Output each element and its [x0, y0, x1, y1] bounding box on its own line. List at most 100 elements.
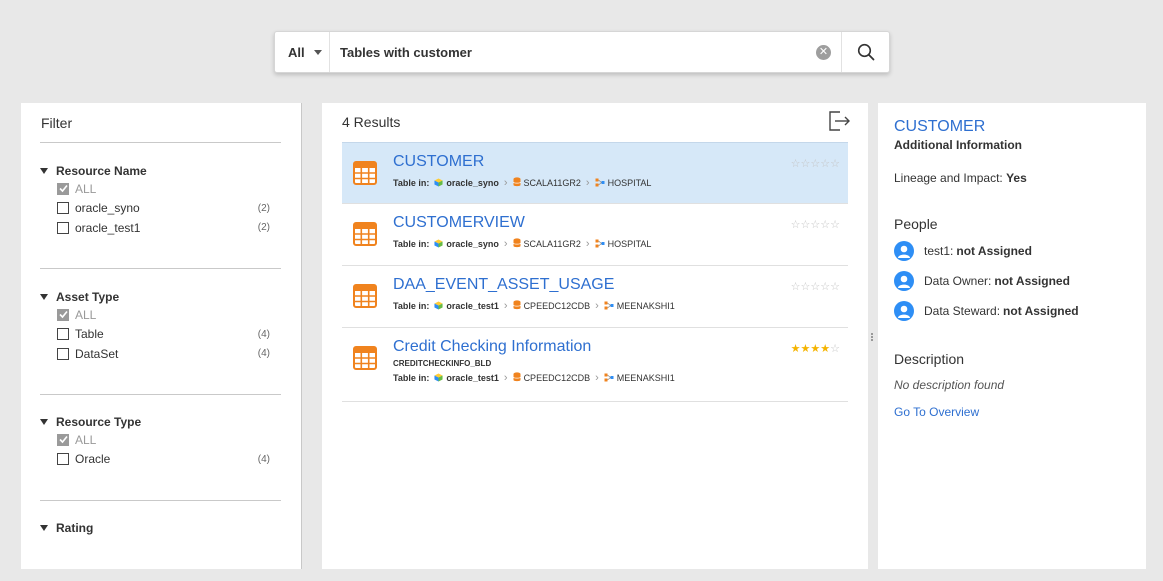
result-row[interactable]: Credit Checking Information CREDITCHECKIN… — [342, 328, 848, 402]
go-to-overview-link[interactable]: Go To Overview — [894, 405, 979, 419]
filter-group-toggle[interactable]: Rating — [40, 520, 270, 536]
export-icon[interactable] — [827, 110, 851, 132]
path-resource[interactable]: oracle_test1 — [446, 373, 499, 383]
path-schema[interactable]: CPEEDC12CDB — [524, 373, 591, 383]
filter-option-oracle-test1[interactable]: oracle_test1 (2) — [40, 218, 270, 238]
database-icon — [512, 177, 524, 189]
result-title[interactable]: CUSTOMER — [393, 153, 484, 171]
chevron-right-icon: › — [503, 238, 508, 250]
filter-option-dataset[interactable]: DataSet (4) — [40, 344, 270, 364]
chevron-right-icon: › — [503, 177, 508, 189]
rating-stars[interactable]: ★★★★☆ — [791, 342, 840, 355]
caret-down-icon — [40, 168, 48, 174]
path-label: Table in: — [393, 373, 430, 383]
table-icon — [353, 346, 377, 370]
filter-option-oracle-syno[interactable]: oracle_syno (2) — [40, 199, 270, 219]
checkbox[interactable] — [57, 328, 69, 341]
star-icon[interactable]: ☆ — [801, 158, 811, 170]
rating-stars[interactable]: ☆☆☆☆☆ — [791, 280, 840, 293]
star-icon[interactable]: ☆ — [830, 281, 840, 293]
filter-option-all[interactable]: ALL — [40, 179, 270, 199]
filter-option-count: (2) — [257, 202, 270, 214]
chevron-right-icon: › — [503, 300, 508, 312]
filter-group-title: Resource Type — [56, 415, 142, 429]
path-owner[interactable]: HOSPITAL — [608, 178, 652, 188]
filter-option-label: Table — [75, 327, 104, 342]
path-owner[interactable]: MEENAKSHI1 — [617, 301, 675, 311]
search-icon — [857, 43, 874, 61]
star-icon[interactable]: ☆ — [830, 219, 840, 231]
filter-option-all[interactable]: ALL — [40, 305, 270, 325]
star-icon[interactable]: ★ — [801, 343, 811, 355]
avatar-icon — [894, 241, 914, 261]
star-icon[interactable]: ☆ — [820, 219, 830, 231]
star-icon[interactable]: ☆ — [791, 219, 801, 231]
search-input[interactable] — [330, 32, 816, 72]
description-heading: Description — [894, 351, 965, 367]
result-row[interactable]: DAA_EVENT_ASSET_USAGE Table in: oracle_tes… — [342, 266, 848, 328]
star-icon[interactable]: ☆ — [830, 343, 840, 355]
star-icon[interactable]: ☆ — [810, 158, 820, 170]
checkbox-checked[interactable] — [57, 182, 69, 195]
rating-stars[interactable]: ☆☆☆☆☆ — [791, 218, 840, 231]
person-role: Data Owner: — [924, 274, 992, 288]
star-icon[interactable]: ☆ — [801, 281, 811, 293]
table-icon — [353, 222, 377, 246]
avatar-icon — [894, 301, 914, 321]
search-button[interactable] — [841, 32, 889, 72]
schema-icon — [595, 239, 608, 250]
path-resource[interactable]: oracle_test1 — [446, 301, 499, 311]
checkbox[interactable] — [57, 453, 69, 466]
result-row[interactable]: CUSTOMER Table in: oracle_syno › SCALA11GR2 ›… — [342, 142, 848, 204]
path-owner[interactable]: HOSPITAL — [608, 239, 652, 249]
divider — [40, 394, 281, 395]
star-icon[interactable]: ☆ — [820, 281, 830, 293]
detail-title[interactable]: CUSTOMER — [894, 118, 985, 136]
star-icon[interactable]: ☆ — [801, 219, 811, 231]
path-schema[interactable]: SCALA11GR2 — [524, 178, 581, 188]
result-path: Table in: oracle_test1 › CPEEDC12CDB › MEENAK… — [393, 372, 675, 384]
panel-resize-handle[interactable] — [871, 332, 875, 344]
star-icon[interactable]: ☆ — [791, 281, 801, 293]
database-icon — [512, 238, 524, 250]
path-schema[interactable]: CPEEDC12CDB — [524, 301, 591, 311]
filter-option-all[interactable]: ALL — [40, 430, 270, 450]
filter-group-toggle[interactable]: Asset Type — [40, 289, 270, 305]
star-icon[interactable]: ☆ — [810, 281, 820, 293]
clear-search-button[interactable]: ✕ — [816, 44, 831, 60]
star-icon[interactable]: ☆ — [820, 158, 830, 170]
database-icon — [512, 300, 524, 312]
path-resource[interactable]: oracle_syno — [446, 239, 499, 249]
schema-icon — [604, 301, 617, 312]
filter-option-table[interactable]: Table (4) — [40, 325, 270, 345]
path-owner[interactable]: MEENAKSHI1 — [617, 373, 675, 383]
path-resource[interactable]: oracle_syno — [446, 178, 499, 188]
result-row[interactable]: CUSTOMERVIEW Table in: oracle_syno › SCALA11… — [342, 204, 848, 266]
rating-stars[interactable]: ☆☆☆☆☆ — [791, 157, 840, 170]
schema-icon — [595, 178, 608, 189]
checkbox[interactable] — [57, 202, 69, 215]
chevron-right-icon: › — [595, 300, 599, 312]
filter-option-oracle[interactable]: Oracle (4) — [40, 450, 270, 470]
divider — [40, 500, 281, 501]
filter-group-toggle[interactable]: Resource Type — [40, 414, 270, 430]
search-scope-dropdown[interactable]: All — [275, 32, 330, 72]
star-icon[interactable]: ☆ — [830, 158, 840, 170]
result-title[interactable]: Credit Checking Information — [393, 338, 591, 356]
chevron-right-icon: › — [503, 372, 508, 384]
person-row: Data Owner: not Assigned — [894, 271, 1070, 291]
result-title[interactable]: DAA_EVENT_ASSET_USAGE — [393, 276, 614, 294]
person-value: not Assigned — [1003, 304, 1079, 318]
checkbox-checked[interactable] — [57, 433, 69, 446]
filter-group-toggle[interactable]: Resource Name — [40, 163, 270, 179]
star-icon[interactable]: ★ — [791, 343, 801, 355]
star-icon[interactable]: ★ — [820, 343, 830, 355]
star-icon[interactable]: ☆ — [791, 158, 801, 170]
star-icon[interactable]: ☆ — [810, 219, 820, 231]
checkbox-checked[interactable] — [57, 308, 69, 321]
path-schema[interactable]: SCALA11GR2 — [524, 239, 581, 249]
checkbox[interactable] — [57, 347, 69, 360]
checkbox[interactable] — [57, 221, 69, 234]
star-icon[interactable]: ★ — [810, 343, 820, 355]
result-title[interactable]: CUSTOMERVIEW — [393, 214, 525, 232]
